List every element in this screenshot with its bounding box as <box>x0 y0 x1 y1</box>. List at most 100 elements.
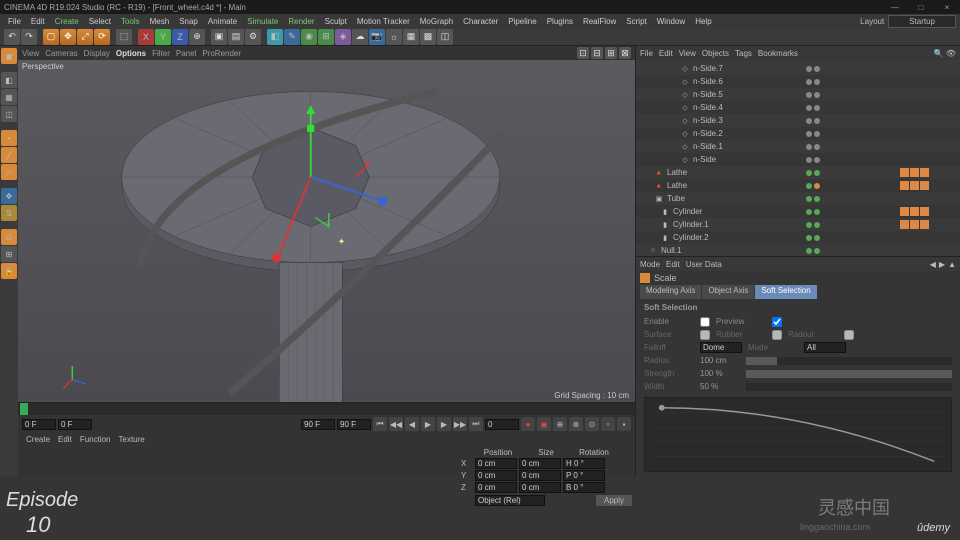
autokey-button[interactable]: ◉ <box>537 417 551 431</box>
maximize-button[interactable]: □ <box>912 3 930 12</box>
prev-frame[interactable]: ◀ <box>405 417 419 431</box>
axis-y-lock[interactable]: Y <box>155 29 171 45</box>
redo-button[interactable]: ↷ <box>21 29 37 45</box>
environment[interactable]: ☁ <box>352 29 368 45</box>
axis-mode[interactable]: ✥ <box>1 188 17 204</box>
menu-select[interactable]: Select <box>85 17 115 26</box>
menu-character[interactable]: Character <box>459 17 502 26</box>
key-pla[interactable]: ▪ <box>617 417 631 431</box>
mat-tab-texture[interactable]: Texture <box>119 435 145 444</box>
tree-item[interactable]: ◇n-Side <box>636 153 960 166</box>
coord-mode[interactable]: Object (Rel) <box>475 495 545 506</box>
vp-menu-view[interactable]: View <box>22 49 39 58</box>
goto-start[interactable]: ⏮ <box>373 417 387 431</box>
scale-tool[interactable]: ⤢ <box>77 29 93 45</box>
pos-X[interactable]: 0 cm <box>475 458 517 469</box>
mat-tab-edit[interactable]: Edit <box>58 435 72 444</box>
tree-item[interactable]: 🔺Lathe <box>636 166 960 179</box>
mode-select[interactable]: All <box>804 342 846 353</box>
rot-X[interactable]: H 0 ° <box>563 458 605 469</box>
object-tree[interactable]: ◇n-Side.7◇n-Side.6◇n-Side.5◇n-Side.4◇n-S… <box>636 60 960 256</box>
workplane-mode[interactable]: ◫ <box>1 106 17 122</box>
tree-item[interactable]: ▮Cylinder <box>636 205 960 218</box>
obj-menu-edit[interactable]: Edit <box>659 49 673 58</box>
minimize-button[interactable]: — <box>886 3 904 12</box>
menu-window[interactable]: Window <box>653 17 689 26</box>
next-key[interactable]: ▶▶ <box>453 417 467 431</box>
tree-item[interactable]: ◇n-Side.3 <box>636 114 960 127</box>
attr-tab-object-axis[interactable]: Object Axis <box>702 285 754 299</box>
make-editable[interactable]: ▣ <box>1 48 17 64</box>
obj-menu-view[interactable]: View <box>679 49 696 58</box>
attr-menu-edit[interactable]: Edit <box>666 260 680 269</box>
axis-x-lock[interactable]: X <box>138 29 154 45</box>
edge-mode[interactable]: ╱ <box>1 147 17 163</box>
record-button[interactable]: ● <box>521 417 535 431</box>
undo-button[interactable]: ↶ <box>4 29 20 45</box>
array-tool[interactable]: ⊞ <box>318 29 334 45</box>
obj-eye-icon[interactable]: 👁 <box>946 49 956 58</box>
vp-menu-prorender[interactable]: ProRender <box>202 49 241 58</box>
menu-mesh[interactable]: Mesh <box>146 17 174 26</box>
enable-checkbox[interactable] <box>700 317 710 327</box>
menu-pipeline[interactable]: Pipeline <box>504 17 540 26</box>
playhead[interactable] <box>20 403 28 415</box>
attr-fwd[interactable]: ▶ <box>939 260 945 269</box>
radius-slider[interactable] <box>746 357 952 365</box>
close-button[interactable]: × <box>938 3 956 12</box>
tree-item[interactable]: ▮Cylinder.2 <box>636 231 960 244</box>
obj-menu-tags[interactable]: Tags <box>735 49 752 58</box>
menu-simulate[interactable]: Simulate <box>243 17 282 26</box>
model-mode[interactable]: ◧ <box>1 72 17 88</box>
timeline-ruler[interactable] <box>18 403 635 415</box>
preview-checkbox[interactable] <box>772 317 782 327</box>
obj-menu-objects[interactable]: Objects <box>702 49 729 58</box>
obj-search-icon[interactable]: 🔍 <box>934 49 944 58</box>
tree-item[interactable]: ◇n-Side.1 <box>636 140 960 153</box>
menu-render[interactable]: Render <box>284 17 318 26</box>
vp-nav-2[interactable]: ⊟ <box>591 47 603 59</box>
tree-item[interactable]: ◇n-Side.5 <box>636 88 960 101</box>
rotate-tool[interactable]: ⟳ <box>94 29 110 45</box>
tree-item[interactable]: ◇n-Side.2 <box>636 127 960 140</box>
cube-primitive[interactable]: ◧ <box>267 29 283 45</box>
pen-tool[interactable]: ✎ <box>284 29 300 45</box>
menu-create[interactable]: Create <box>51 17 83 26</box>
menu-edit[interactable]: Edit <box>27 17 49 26</box>
timeline-end2[interactable]: 90 F <box>337 419 371 430</box>
workplane-snap[interactable]: ⊞ <box>1 246 17 262</box>
rot-Z[interactable]: B 0 ° <box>563 482 605 493</box>
point-mode[interactable]: • <box>1 130 17 146</box>
goto-end[interactable]: ⏭ <box>469 417 483 431</box>
next-frame[interactable]: ▶ <box>437 417 451 431</box>
obj-menu-file[interactable]: File <box>640 49 653 58</box>
timeline-end[interactable]: 90 F <box>301 419 335 430</box>
tree-item[interactable]: ◇n-Side.7 <box>636 62 960 75</box>
attr-tab-modeling-axis[interactable]: Modeling Axis <box>640 285 701 299</box>
vp-menu-panel[interactable]: Panel <box>176 49 196 58</box>
render-settings[interactable]: ⚙ <box>245 29 261 45</box>
tree-item[interactable]: 🔺Lathe <box>636 179 960 192</box>
apply-button[interactable]: Apply <box>595 494 633 507</box>
layout-selector[interactable]: Startup <box>888 15 956 28</box>
render-pv[interactable]: ▤ <box>228 29 244 45</box>
attr-menu-mode[interactable]: Mode <box>640 260 660 269</box>
size-X[interactable]: 0 cm <box>519 458 561 469</box>
poly-mode[interactable]: ▱ <box>1 164 17 180</box>
misc-2[interactable]: ▩ <box>420 29 436 45</box>
deformer[interactable]: ◈ <box>335 29 351 45</box>
key-pos[interactable]: ⊕ <box>553 417 567 431</box>
light[interactable]: ☼ <box>386 29 402 45</box>
menu-mograph[interactable]: MoGraph <box>416 17 457 26</box>
falloff-select[interactable]: Dome <box>700 342 742 353</box>
menu-tools[interactable]: Tools <box>117 17 144 26</box>
recent-tool[interactable]: ⬚ <box>116 29 132 45</box>
pos-Z[interactable]: 0 cm <box>475 482 517 493</box>
texture-mode[interactable]: ▦ <box>1 89 17 105</box>
viewport-canvas[interactable]: Perspective <box>18 60 635 402</box>
vp-nav-1[interactable]: ⊡ <box>577 47 589 59</box>
tree-item[interactable]: ○Null.1 <box>636 244 960 256</box>
attr-menu-user-data[interactable]: User Data <box>686 260 722 269</box>
vp-menu-options[interactable]: Options <box>116 49 146 58</box>
menu-snap[interactable]: Snap <box>175 17 202 26</box>
